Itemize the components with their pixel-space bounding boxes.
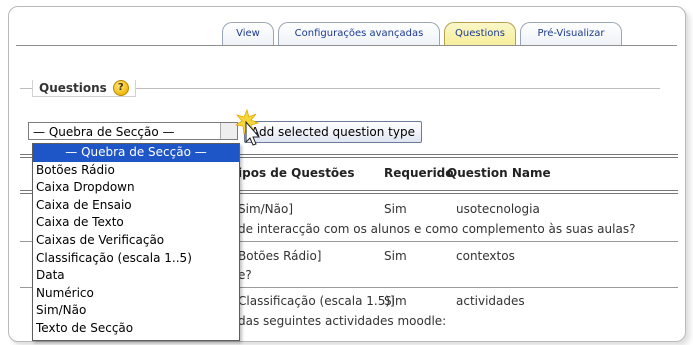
question-type-select[interactable]: — Quebra de Secção — (28, 122, 238, 140)
row3-text: das seguintes actividades moodle: (238, 314, 447, 328)
option-yes-no[interactable]: Sim/Não (33, 302, 239, 320)
legend-label: Questions (39, 81, 107, 95)
tab-advanced-settings[interactable]: Configurações avançadas (278, 22, 440, 45)
col-header-name: Question Name (447, 166, 551, 180)
tab-view[interactable]: View (222, 22, 274, 45)
add-question-type-button[interactable]: Add selected question type (244, 121, 422, 143)
help-icon[interactable]: ? (112, 80, 129, 96)
option-radio-buttons[interactable]: Botões Rádio (33, 162, 239, 180)
row3-name[interactable]: actividades (456, 294, 525, 308)
row2-required: Sim (384, 249, 407, 263)
option-checkboxes[interactable]: Caixas de Verificação (33, 232, 239, 250)
col-header-required: Requerido (384, 166, 454, 180)
row3-type: Classificação (escala 1.5)] (238, 294, 395, 308)
tab-divider (16, 45, 677, 46)
select-value: — Quebra de Secção — (33, 125, 175, 139)
tab-questions[interactable]: Questions (444, 22, 516, 45)
tab-preview[interactable]: Pré-Visualizar (520, 22, 622, 45)
row2-text: e? (238, 268, 252, 282)
option-numeric[interactable]: Numérico (33, 285, 239, 303)
row2-type: Botões Rádio] (238, 249, 322, 263)
row2-name[interactable]: contextos (456, 249, 515, 263)
row1-text: de interacção com os alunos e como compl… (238, 222, 636, 236)
row1-type: Sim/Não] (238, 202, 294, 216)
option-section-break[interactable]: — Quebra de Secção — (33, 144, 239, 162)
option-date[interactable]: Data (33, 267, 239, 285)
mouse-cursor-icon (234, 108, 261, 146)
option-rating-scale[interactable]: Classificação (escala 1..5) (33, 250, 239, 268)
col-header-type: ipos de Questões (238, 166, 355, 180)
row1-required: Sim (384, 202, 407, 216)
option-text-box[interactable]: Caixa de Texto (33, 214, 239, 232)
row1-name[interactable]: usotecnologia (456, 202, 540, 216)
question-type-dropdown[interactable]: — Quebra de Secção — Botões Rádio Caixa … (32, 143, 240, 341)
questions-legend: Questions ? (32, 80, 136, 97)
option-essay-box[interactable]: Caixa de Ensaio (33, 197, 239, 215)
option-dropdown-box[interactable]: Caixa Dropdown (33, 179, 239, 197)
option-section-text[interactable]: Texto de Secção (33, 320, 239, 338)
row3-required: Sim (384, 294, 407, 308)
